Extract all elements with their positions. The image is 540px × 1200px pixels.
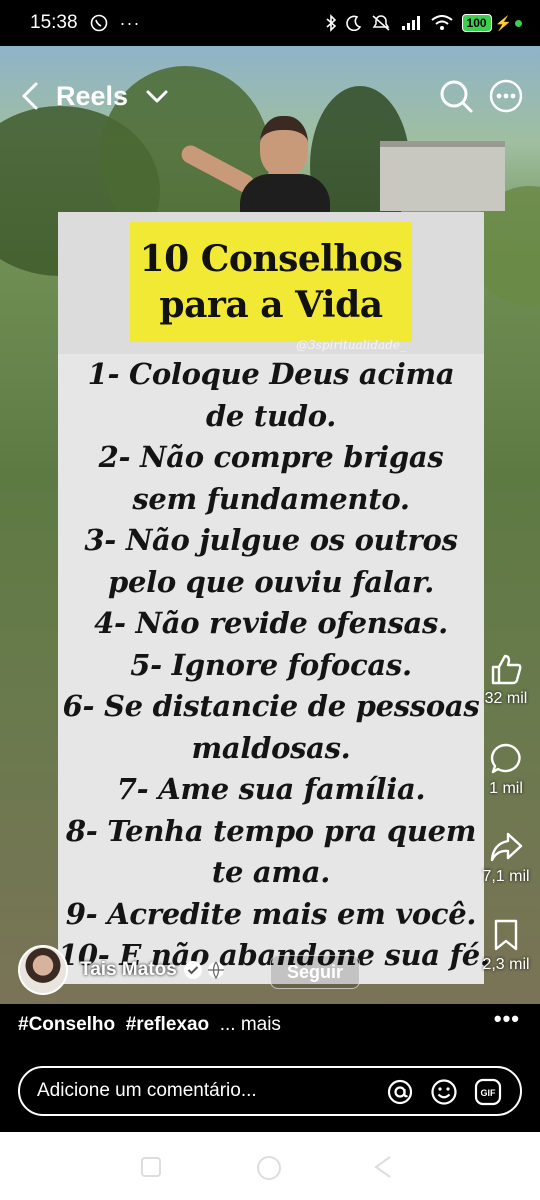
status-bar: 15:38 ··· 100 ⚡ — [0, 0, 540, 46]
advice-line: 5- Ignore fofocas. — [130, 647, 412, 682]
watermark: @3spiritualidade_ — [296, 338, 406, 352]
background-building — [380, 141, 505, 211]
caption-options-icon[interactable]: ••• — [494, 1006, 520, 1032]
advice-line: 6- Se distancie de pessoas — [62, 689, 480, 723]
mute-icon — [372, 15, 390, 31]
caption[interactable]: #Conselho #reflexao ... mais — [18, 1014, 281, 1036]
mention-icon[interactable] — [386, 1078, 414, 1106]
advice-line: 3- Não julgue os outros — [84, 523, 458, 557]
advice-line: pelo que ouviu falar. — [107, 564, 435, 599]
advice-line: 9- Acredite mais em você. — [65, 896, 477, 931]
emoji-icon[interactable] — [430, 1078, 458, 1106]
back-nav-icon[interactable] — [372, 1155, 394, 1179]
advice-line: de tudo. — [205, 398, 337, 433]
comment-button[interactable]: 1 mil — [471, 742, 540, 798]
thumbs-up-icon — [491, 654, 522, 685]
share-count: 7,1 mil — [482, 868, 530, 885]
advice-line: 2- Não compre brigas — [98, 440, 444, 474]
advice-line: te ama. — [211, 855, 331, 889]
bluetooth-icon — [326, 14, 336, 32]
advice-card: 10 Conselhos para a Vida @3spiritualidad… — [58, 212, 490, 984]
advice-line: 7- Ame sua família. — [116, 772, 426, 806]
title-box: 10 Conselhos para a Vida — [130, 222, 412, 342]
comment-input[interactable]: Adicione um comentário... GIF — [18, 1066, 522, 1116]
gif-icon[interactable]: GIF — [474, 1078, 502, 1106]
reel-video[interactable]: 10 Conselhos para a Vida @3spiritualidad… — [0, 46, 540, 1004]
recents-icon[interactable] — [140, 1156, 162, 1178]
battery-indicator: 100 ⚡ — [461, 14, 522, 32]
advice-line: 8- Tenha tempo pra quem — [65, 813, 477, 848]
search-icon[interactable] — [438, 78, 474, 114]
author-row[interactable]: Tais Matos — [18, 944, 225, 996]
chevron-down-icon[interactable] — [143, 82, 171, 110]
save-count: 2,3 mil — [482, 956, 530, 973]
comment-placeholder: Adicione um comentário... — [37, 1080, 257, 1101]
bottom-panel: #Conselho #reflexao ... mais ••• Adicion… — [0, 1004, 540, 1132]
more-notifications-icon: ··· — [119, 12, 141, 33]
whatsapp-icon — [90, 14, 107, 32]
share-button[interactable]: 7,1 mil — [471, 830, 540, 886]
clock: 15:38 — [30, 12, 78, 33]
home-icon[interactable] — [256, 1155, 282, 1181]
advice-line: sem fundamento. — [132, 481, 410, 516]
comment-count: 1 mil — [489, 780, 523, 797]
like-count: 32 mil — [484, 690, 528, 707]
follow-button[interactable]: Seguir — [270, 955, 360, 989]
hashtag[interactable]: #reflexao — [126, 1014, 209, 1035]
verified-badge-icon — [183, 961, 202, 979]
reels-header: Reels — [0, 74, 540, 118]
comment-icon — [490, 743, 521, 774]
advice-line: maldosas. — [191, 730, 351, 765]
svg-text:GIF: GIF — [481, 1088, 497, 1098]
avatar[interactable] — [18, 945, 68, 995]
card-title-line: para a Vida — [159, 284, 383, 326]
wifi-icon — [430, 15, 453, 30]
see-more-link[interactable]: ... mais — [220, 1014, 281, 1035]
advice-list: 1- Coloque Deus acima de tudo. 2- Não co… — [58, 354, 490, 977]
advice-line: 4- Não revide ofensas. — [94, 606, 448, 640]
like-button[interactable]: 32 mil — [471, 652, 540, 708]
author-name[interactable]: Tais Matos — [80, 959, 177, 981]
back-button[interactable] — [16, 78, 44, 114]
more-options-icon[interactable] — [488, 78, 524, 114]
hashtag[interactable]: #Conselho — [18, 1014, 115, 1035]
bookmark-icon — [494, 919, 518, 951]
system-nav-bar — [0, 1132, 540, 1200]
charging-icon: ⚡ — [494, 14, 512, 31]
chevron-left-icon — [22, 82, 38, 110]
battery-level: 100 — [461, 14, 492, 32]
moon-icon — [345, 15, 361, 31]
status-dot — [515, 19, 522, 27]
advice-line: 1- Coloque Deus acima — [87, 357, 455, 391]
share-icon — [490, 832, 523, 862]
reels-title[interactable]: Reels — [56, 78, 128, 114]
card-title-line: 10 Conselhos — [139, 238, 403, 280]
save-button[interactable]: 2,3 mil — [471, 918, 540, 974]
signal-icon — [401, 16, 420, 30]
globe-icon — [207, 961, 224, 979]
